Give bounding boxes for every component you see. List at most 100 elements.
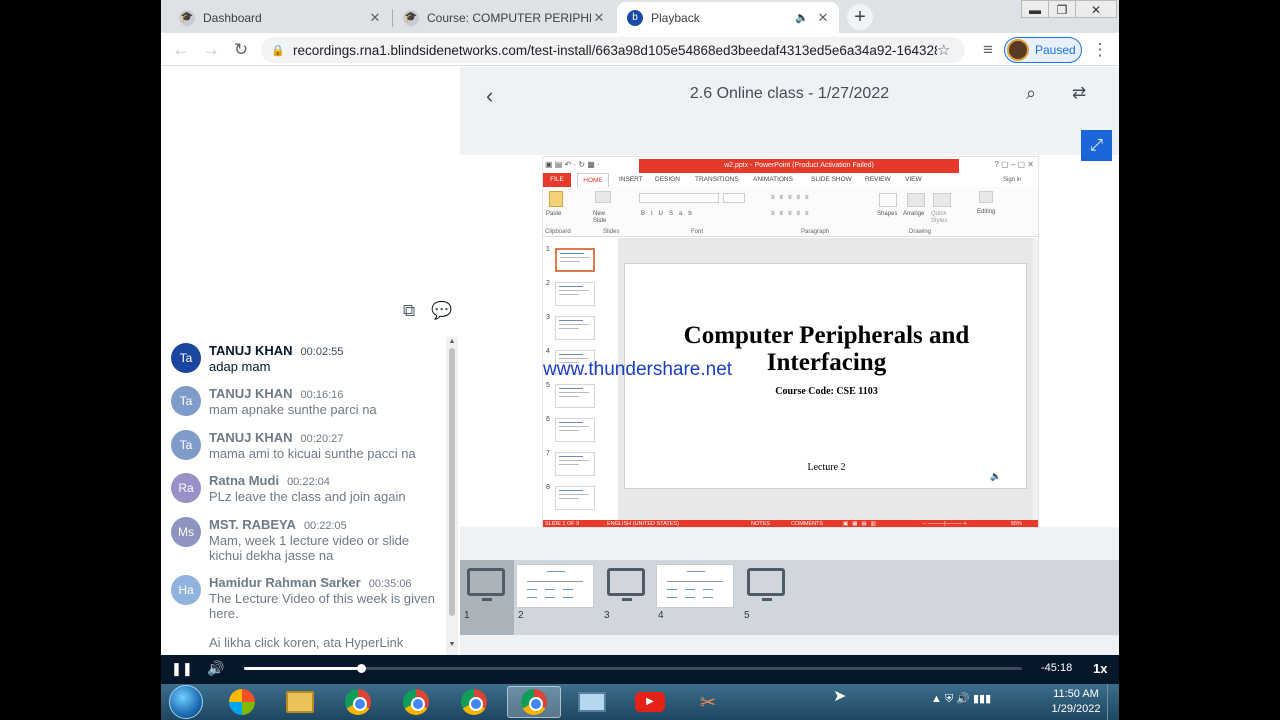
pause-icon[interactable]: ❚❚ xyxy=(171,661,193,677)
chrome-active-icon[interactable] xyxy=(507,686,561,718)
side-panel: ⧉ 💬 Ta TANUJ KHAN 00:02:55 adap mam Ta TANUJ … xyxy=(161,67,460,655)
audio-playing-icon[interactable]: 🔈 xyxy=(795,11,809,24)
new-tab-button[interactable]: + xyxy=(847,4,873,30)
chat-text: The Lecture Video of this week is given … xyxy=(209,591,435,621)
swap-layout-icon[interactable]: ⇄ xyxy=(1072,83,1086,103)
ppt-thumb-number: 7 xyxy=(546,450,550,457)
new-slide-label: New Slide xyxy=(593,211,607,224)
restore-button[interactable]: ❐ xyxy=(1048,0,1076,18)
ppt-thumb xyxy=(555,282,595,306)
quick-styles-label: Quick Styles xyxy=(931,211,948,224)
progress-track[interactable] xyxy=(244,664,1022,673)
chat-text: mam apnake sunthe parci na xyxy=(209,402,377,417)
windows-media-icon[interactable] xyxy=(215,686,269,718)
progress-fill xyxy=(244,667,362,670)
status-notes: NOTES xyxy=(751,521,770,527)
group-paragraph: Paragraph xyxy=(801,229,830,235)
close-tab-icon[interactable]: ✕ xyxy=(591,10,607,26)
chat-text: PLz leave the class and join again xyxy=(209,489,406,504)
slide-thumbnail[interactable]: 3 xyxy=(600,560,654,635)
clock-time: 11:50 AM xyxy=(1053,688,1099,700)
ppt-thumb-number: 4 xyxy=(546,348,550,355)
remote-desktop-icon[interactable] xyxy=(565,686,619,718)
bookmark-star-icon[interactable]: ☆ xyxy=(937,41,959,59)
slide-thumbnail[interactable]: 4 xyxy=(654,560,740,635)
file-explorer-icon[interactable] xyxy=(273,686,327,718)
search-icon[interactable]: ⌕ xyxy=(1026,83,1036,104)
chat-time: 00:22:04 xyxy=(287,476,330,488)
shapes-icon xyxy=(879,193,897,207)
close-tab-icon[interactable]: ✕ xyxy=(367,10,383,26)
address-bar[interactable]: 🔒 recordings.rna1.blindsidenetworks.com/… xyxy=(261,37,965,63)
chat-header: ⧉ 💬 xyxy=(161,293,460,329)
quick-styles-icon xyxy=(933,193,951,207)
scroll-up-arrow[interactable]: ▲ xyxy=(448,338,456,346)
snipping-tool-icon[interactable]: ✂ xyxy=(681,686,735,718)
slide-thumbnail[interactable]: 1 xyxy=(460,560,514,635)
ppt-menu-bar: INSERT DESIGN TRANSITIONS ANIMATIONS SLIDE S… xyxy=(543,173,1038,187)
windows-taskbar: ▶ ✂ ▲ ⛨ 🔊 ▮▮▮ 11:50 AM 1/29/2022 xyxy=(161,684,1119,720)
ppt-thumb-number: 2 xyxy=(546,280,550,287)
slide-thumbnail[interactable]: 5 xyxy=(740,560,794,635)
start-button-icon[interactable] xyxy=(169,685,203,719)
thumbnail-number: 3 xyxy=(604,610,610,621)
tab-playback[interactable]: b Playback 🔈 ✕ xyxy=(617,2,839,33)
chat-list: Ta TANUJ KHAN 00:02:55 adap mam Ta TANUJ KHAN… xyxy=(161,335,445,655)
close-window-button[interactable]: ✕ xyxy=(1075,0,1117,18)
slide-thumbnail[interactable]: 2 xyxy=(514,560,600,635)
chat-sender: Hamidur Rahman Sarker 00:35:06 xyxy=(209,575,412,590)
forward-button[interactable]: → xyxy=(199,38,223,62)
tab-label: Course: COMPUTER PERIPHERALS xyxy=(427,10,591,25)
system-tray[interactable]: ▲ ⛨ 🔊 ▮▮▮ xyxy=(931,692,991,706)
back-button[interactable]: ← xyxy=(169,38,193,62)
ppt-sign-in: Sign in xyxy=(1003,177,1022,183)
profile-sync-chip[interactable]: Paused xyxy=(1004,37,1082,63)
ppt-menu-item: SLIDE SHOW xyxy=(811,176,852,183)
fullscreen-icon[interactable]: ⤢ xyxy=(1081,130,1112,161)
avatar: Ra xyxy=(171,473,201,503)
url-text[interactable]: recordings.rna1.blindsidenetworks.com/te… xyxy=(293,43,937,58)
font-format-buttons: BIUSab xyxy=(641,211,698,217)
tab-course[interactable]: 🎓 Course: COMPUTER PERIPHERALS ✕ xyxy=(393,2,615,33)
ppt-title-bar: w2.pptx - PowerPoint (Product Activation… xyxy=(639,159,959,173)
ppt-thumb-number: 1 xyxy=(546,246,550,253)
ppt-thumb xyxy=(555,384,595,408)
copy-icon[interactable]: ⧉ xyxy=(403,301,415,321)
ppt-menu-item: DESIGN xyxy=(655,176,680,183)
slide-preview xyxy=(656,564,734,608)
monitor-icon xyxy=(467,568,505,601)
ppt-menu-item: VIEW xyxy=(905,176,922,183)
slide-preview xyxy=(516,564,594,608)
browser-menu-icon[interactable]: ⋮ xyxy=(1088,38,1112,62)
ppt-file-tab: FILE xyxy=(543,173,571,187)
arrange-icon xyxy=(907,193,925,207)
reading-list-icon[interactable]: ≡ xyxy=(976,38,1000,62)
time-remaining: -45:18 xyxy=(1041,662,1073,674)
clock[interactable]: 11:50 AM 1/29/2022 xyxy=(1041,687,1111,717)
minimize-button[interactable]: ▬ xyxy=(1021,0,1049,18)
chat-bubbles-icon[interactable]: 💬 xyxy=(431,301,452,321)
lock-icon[interactable]: 🔒 xyxy=(271,44,285,57)
show-desktop-button[interactable] xyxy=(1107,684,1119,720)
reload-button[interactable]: ↻ xyxy=(229,38,253,62)
chrome-icon[interactable] xyxy=(389,686,443,718)
chat-time: 00:16:16 xyxy=(300,389,344,401)
playback-speed-button[interactable]: 1x xyxy=(1093,661,1107,676)
tab-dashboard[interactable]: 🎓 Dashboard ✕ xyxy=(169,2,391,33)
chat-scrollbar-thumb[interactable] xyxy=(449,348,455,616)
thumbnail-number: 2 xyxy=(518,610,524,621)
ppt-ribbon: Paste New Slide BIUSab ≡≡≡≡≡ ≡≡≡≡≡ Shape… xyxy=(543,187,1038,237)
volume-icon[interactable]: 🔊 xyxy=(207,660,224,677)
chrome-icon[interactable] xyxy=(331,686,385,718)
close-tab-icon[interactable]: ✕ xyxy=(815,10,831,26)
scroll-down-arrow[interactable]: ▼ xyxy=(448,641,456,649)
chat-time: 00:20:27 xyxy=(300,433,344,445)
ppt-status-bar: SLIDE 1 OF 9 ENGLISH (UNITED STATES) NOT… xyxy=(543,520,1038,527)
progress-knob[interactable] xyxy=(357,664,367,673)
chrome-profile-icon[interactable] xyxy=(447,686,501,718)
youtube-icon[interactable]: ▶ xyxy=(623,686,677,718)
browser-window: 🎓 Dashboard ✕ 🎓 Course: COMPUTER PERIPHE… xyxy=(161,0,1119,684)
chat-sender: TANUJ KHAN 00:20:27 xyxy=(209,430,344,445)
presentation-stage: ▣ ▤ ↶ · ↻ ▦ · w2.pptx - PowerPoint (Prod… xyxy=(460,155,1119,528)
group-clipboard: Clipboard xyxy=(545,229,571,235)
